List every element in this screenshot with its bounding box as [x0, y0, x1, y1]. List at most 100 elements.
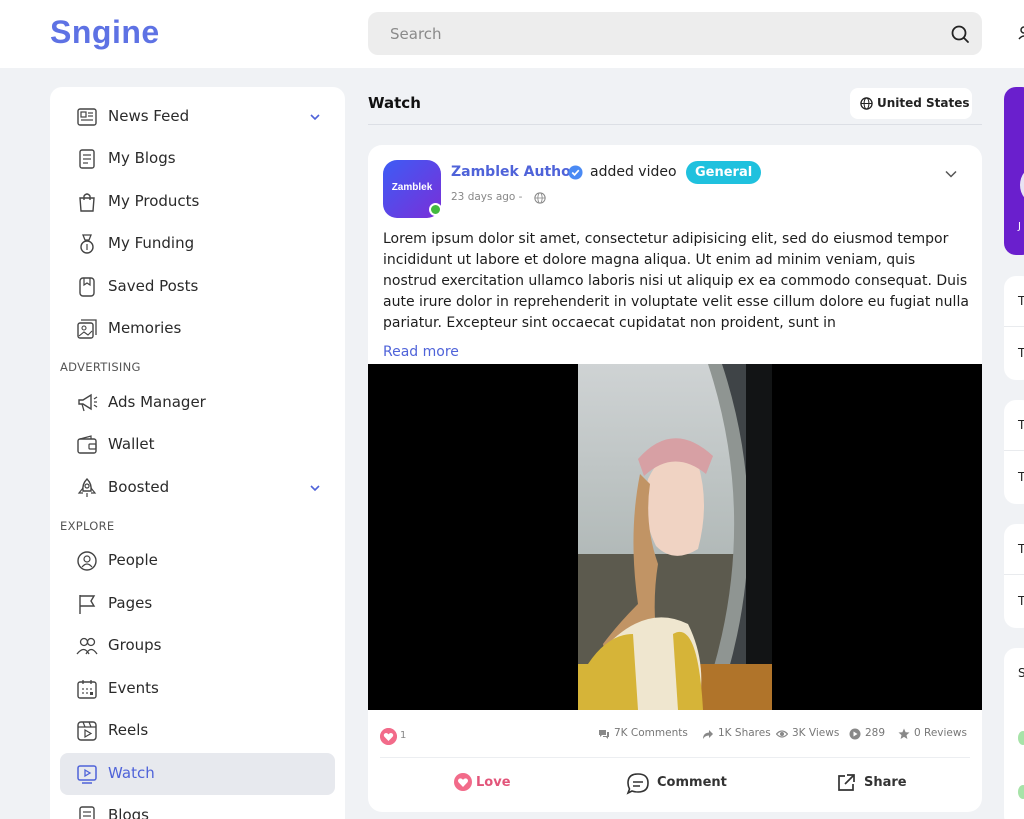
- star-icon: [898, 728, 910, 739]
- sidebar-item-ads-manager[interactable]: Ads Manager: [60, 382, 335, 424]
- reaction-count[interactable]: 1: [400, 730, 406, 741]
- sidebar-item-pages[interactable]: Pages: [60, 583, 335, 625]
- comments-count-text: 7K Comments: [614, 727, 688, 739]
- views-count-text: 3K Views: [792, 727, 840, 739]
- memories-icon: [77, 319, 97, 339]
- funding-icon: [80, 234, 94, 254]
- love-reaction-icon[interactable]: [380, 728, 397, 745]
- sidebar-item-label: Reels: [108, 721, 149, 739]
- verified-badge-icon: [568, 165, 583, 180]
- video-post-card: Zamblek Zamblek Author added video Gener…: [368, 145, 982, 812]
- sidebar-item-label: People: [108, 551, 158, 569]
- section-title-explore: EXPLORE: [60, 519, 115, 533]
- bookmark-icon: [79, 277, 95, 297]
- chevron-down-icon[interactable]: [309, 111, 321, 123]
- megaphone-icon: [78, 393, 98, 412]
- widget-letter: T: [1018, 346, 1024, 360]
- right-widget-card: T T: [1004, 524, 1024, 628]
- sidebar-item-wallet[interactable]: Wallet: [60, 424, 335, 466]
- share-button[interactable]: Share: [836, 765, 916, 805]
- news-icon: [77, 108, 97, 126]
- sidebar-item-events[interactable]: Events: [60, 668, 335, 710]
- sidebar-item-label: Ads Manager: [108, 393, 206, 411]
- divider: [380, 757, 970, 758]
- sidebar-item-my-products[interactable]: My Products: [60, 181, 335, 223]
- country-selector-button[interactable]: United States: [850, 88, 972, 119]
- right-profile-widget[interactable]: J: [1004, 87, 1024, 255]
- author-name-link[interactable]: Zamblek Author: [451, 164, 578, 180]
- sidebar-item-watch[interactable]: Watch: [60, 753, 335, 795]
- play-circle-icon: [849, 728, 861, 740]
- user-icon[interactable]: [1018, 26, 1024, 40]
- groups-icon: [76, 637, 98, 655]
- blog-icon: [79, 806, 95, 819]
- calendar-icon: [77, 680, 97, 699]
- reviews-count-text: 0 Reviews: [914, 727, 967, 739]
- post-body-text: Lorem ipsum dolor sit amet, consectetur …: [383, 231, 969, 331]
- sidebar-item-label: My Blogs: [108, 149, 176, 167]
- sidebar-item-saved-posts[interactable]: Saved Posts: [60, 266, 335, 308]
- online-status-dot: [1018, 785, 1024, 799]
- post-action-text: added video: [590, 164, 677, 180]
- category-badge[interactable]: General: [686, 161, 762, 184]
- country-label: United States: [877, 96, 970, 110]
- search-input[interactable]: [368, 12, 928, 55]
- widget-letter: T: [1018, 470, 1024, 484]
- love-button-label: Love: [476, 775, 511, 790]
- sidebar-item-label: Boosted: [108, 478, 170, 496]
- widget-letter: T: [1018, 542, 1024, 556]
- left-sidebar: News Feed My Blogs My Products My Fundin…: [50, 87, 345, 819]
- right-widget-card: T T: [1004, 276, 1024, 380]
- eye-icon: [776, 730, 788, 738]
- divider: [1004, 326, 1024, 327]
- love-heart-icon: [454, 773, 472, 791]
- watch-icon: [77, 765, 97, 784]
- sidebar-item-label: Events: [108, 679, 159, 697]
- sidebar-item-people[interactable]: People: [60, 540, 335, 582]
- love-button[interactable]: Love: [454, 765, 534, 805]
- sidebar-item-label: Watch: [108, 764, 155, 782]
- share-icon: [838, 774, 855, 791]
- sidebar-item-label: Groups: [108, 636, 162, 654]
- sidebar-item-reels[interactable]: Reels: [60, 710, 335, 752]
- chevron-down-icon[interactable]: [944, 167, 958, 181]
- sidebar-item-label: Saved Posts: [108, 277, 199, 295]
- reels-icon: [77, 721, 97, 741]
- sidebar-item-label: Pages: [108, 594, 153, 612]
- divider: [368, 124, 982, 125]
- sidebar-item-boosted[interactable]: Boosted: [60, 467, 335, 509]
- share-button-label: Share: [864, 775, 907, 790]
- video-player[interactable]: [368, 364, 982, 710]
- read-more-link[interactable]: Read more: [383, 344, 459, 360]
- section-title-advertising: ADVERTISING: [60, 360, 141, 374]
- post-timestamp[interactable]: 23 days ago -: [451, 191, 522, 203]
- widget-letter: T: [1018, 294, 1024, 308]
- chevron-down-icon[interactable]: [309, 482, 321, 494]
- sidebar-item-news-feed[interactable]: News Feed: [60, 96, 335, 138]
- avatar-text: Zamblek: [391, 182, 433, 193]
- right-widget-card: T T: [1004, 400, 1024, 504]
- online-status-dot: [1018, 731, 1024, 745]
- sidebar-item-my-funding[interactable]: My Funding: [60, 223, 335, 265]
- search-bar[interactable]: [368, 12, 982, 55]
- widget-letter: T: [1018, 594, 1024, 608]
- page-title: Watch: [368, 94, 421, 112]
- widget-letter: J: [1018, 221, 1021, 232]
- share-arrow-icon: [703, 730, 713, 739]
- sidebar-item-groups[interactable]: Groups: [60, 625, 335, 667]
- people-icon: [77, 551, 97, 571]
- comment-icon: [626, 773, 649, 795]
- video-thumbnail-image: [578, 364, 772, 710]
- comments-icon: [599, 730, 609, 739]
- sidebar-item-memories[interactable]: Memories: [60, 308, 335, 350]
- sidebar-item-label: Blogs: [108, 806, 149, 819]
- widget-letter: T: [1018, 418, 1024, 432]
- sidebar-item-label: My Funding: [108, 234, 195, 252]
- search-icon[interactable]: [950, 24, 970, 44]
- avatar: [1020, 167, 1024, 203]
- shares-count-text: 1K Shares: [718, 727, 771, 739]
- sidebar-item-blogs[interactable]: Blogs: [60, 795, 335, 819]
- sidebar-item-my-blogs[interactable]: My Blogs: [60, 138, 335, 180]
- comment-button[interactable]: Comment: [626, 765, 736, 805]
- site-logo[interactable]: Sngine: [50, 14, 160, 51]
